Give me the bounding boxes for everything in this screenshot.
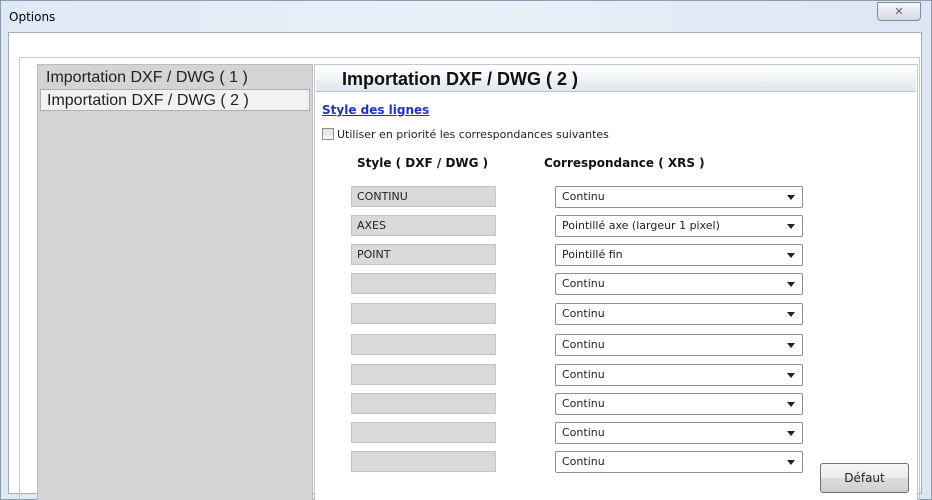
dropdown-value: Continu [562,307,605,320]
priority-checkbox[interactable] [322,128,334,140]
style-field-2: AXES [351,215,496,236]
window-title: Options [9,10,56,24]
correspondance-dropdown-6[interactable]: Continu [555,334,803,356]
category-item-dxf-dwg-2[interactable]: Importation DXF / DWG ( 2 ) [40,89,310,111]
dropdown-arrow-icon [787,195,795,200]
style-field-5 [351,303,496,324]
correspondance-dropdown-3[interactable]: Pointillé fin [555,244,803,266]
dropdown-value: Continu [562,277,605,290]
dropdown-arrow-icon [787,224,795,229]
correspondance-column-header: Correspondance ( XRS ) [544,156,705,170]
title-bar[interactable]: Options ✕ [1,1,931,33]
style-field-8 [351,393,496,414]
correspondance-dropdown-8[interactable]: Continu [555,393,803,415]
priority-checkbox-label[interactable]: Utiliser en priorité les correspondances… [337,128,609,141]
panel-header: Importation DXF / DWG ( 2 ) [316,65,916,92]
dropdown-arrow-icon [787,253,795,258]
dropdown-value: Continu [562,455,605,468]
dropdown-value: Continu [562,397,605,410]
dropdown-arrow-icon [787,460,795,465]
dropdown-value: Pointillé fin [562,248,623,261]
dropdown-arrow-icon [787,343,795,348]
category-list: Importation DXF / DWG ( 1 ) Importation … [37,64,313,500]
style-column-header: Style ( DXF / DWG ) [357,156,489,170]
dropdown-value: Continu [562,190,605,203]
default-button[interactable]: Défaut [820,463,909,493]
dropdown-value: Pointillé axe (largeur 1 pixel) [562,219,720,232]
correspondance-dropdown-4[interactable]: Continu [555,273,803,295]
dropdown-arrow-icon [787,312,795,317]
panel-title: Importation DXF / DWG ( 2 ) [342,69,578,89]
line-styles-link[interactable]: Style des lignes [322,103,429,117]
close-button[interactable]: ✕ [877,2,921,21]
correspondance-dropdown-10[interactable]: Continu [555,451,803,473]
style-field-9 [351,422,496,443]
dropdown-arrow-icon [787,431,795,436]
dropdown-arrow-icon [787,402,795,407]
style-field-7 [351,364,496,385]
correspondance-dropdown-9[interactable]: Continu [555,422,803,444]
style-field-6 [351,334,496,355]
close-icon: ✕ [894,5,904,18]
dropdown-value: Continu [562,368,605,381]
correspondance-dropdown-1[interactable]: Continu [555,186,803,208]
priority-checkbox-row[interactable]: Utiliser en priorité les correspondances… [322,126,609,142]
dropdown-arrow-icon [787,373,795,378]
style-field-3: POINT [351,244,496,265]
correspondance-dropdown-2[interactable]: Pointillé axe (largeur 1 pixel) [555,215,803,237]
dropdown-value: Continu [562,426,605,439]
dropdown-value: Continu [562,338,605,351]
correspondance-dropdown-7[interactable]: Continu [555,364,803,386]
dropdown-arrow-icon [787,282,795,287]
style-field-10 [351,451,496,472]
style-field-1: CONTINU [351,186,496,207]
correspondance-dropdown-5[interactable]: Continu [555,303,803,325]
category-item-dxf-dwg-1[interactable]: Importation DXF / DWG ( 1 ) [40,67,310,89]
style-field-4 [351,273,496,294]
